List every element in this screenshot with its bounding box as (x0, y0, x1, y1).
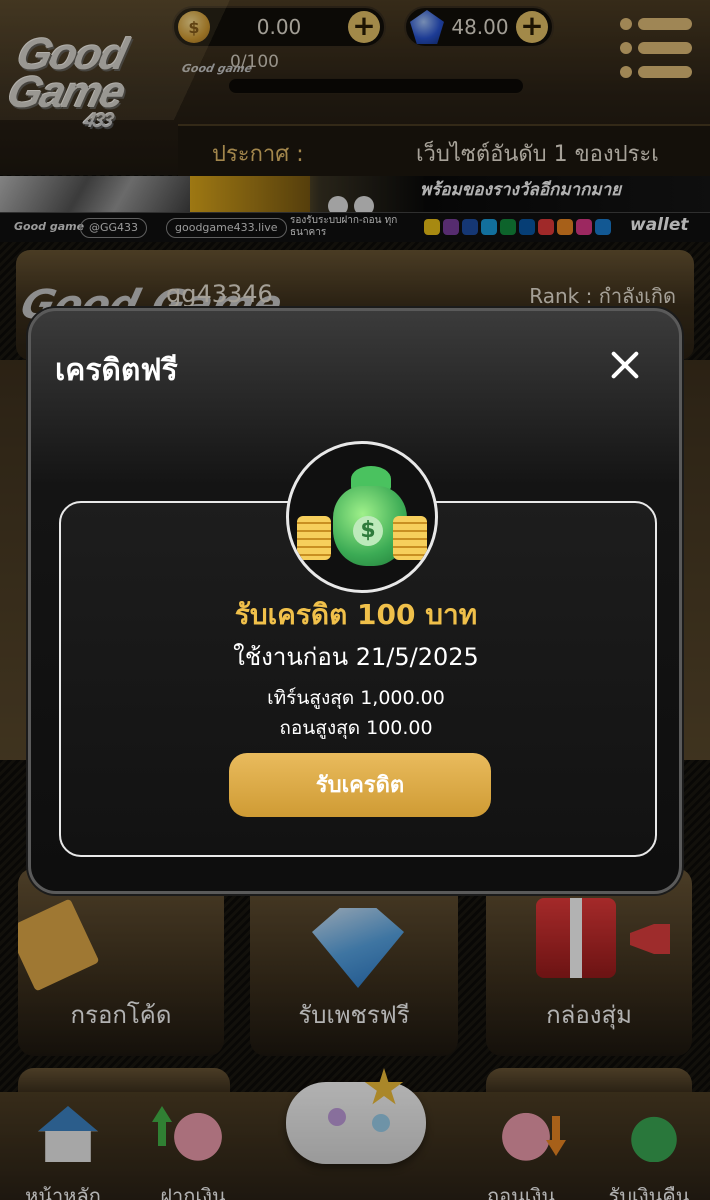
money-bag-badge: $ (286, 441, 438, 593)
modal-title: เครดิตฟรี (55, 353, 178, 388)
close-icon[interactable] (605, 345, 645, 385)
coin-stack-icon (297, 516, 331, 560)
credit-amount-title: รับเครดิต 100 บาท (234, 598, 478, 631)
max-withdraw: ถอนสูงสุด 100.00 (279, 717, 433, 739)
max-turnover: เทิร์นสูงสุด 1,000.00 (267, 687, 445, 709)
claim-credit-button[interactable]: รับเครดิต (229, 753, 491, 817)
coin-stack-icon (393, 516, 427, 560)
free-credit-modal: เครดิตฟรี $ รับเครดิต 100 บาท ใช้งานก่อน… (28, 308, 682, 894)
app-screen: Good Game 433 $ 0.00 + 48.00 + Good game… (0, 0, 710, 1200)
expiry-date: ใช้งานก่อน 21/5/2025 (233, 643, 479, 671)
